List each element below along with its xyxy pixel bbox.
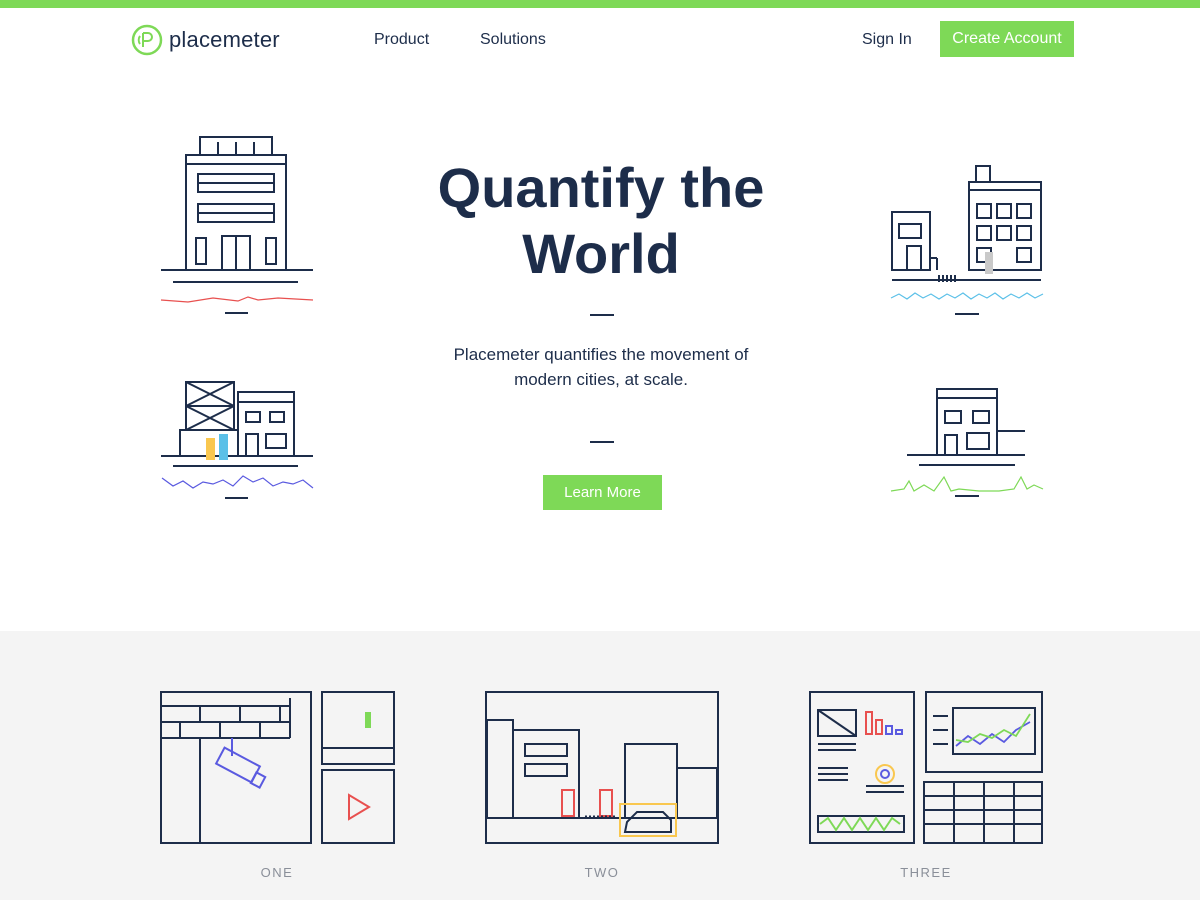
hero-title: Quantify the World bbox=[400, 155, 802, 287]
building-illustration-2 bbox=[889, 162, 1049, 322]
site-header: placemeter Product Solutions Sign In Cre… bbox=[0, 8, 1200, 68]
sign-in-link[interactable]: Sign In bbox=[862, 31, 912, 49]
hero-title-line-1: Quantify the bbox=[437, 156, 765, 219]
hero-divider bbox=[590, 314, 614, 316]
nav-product[interactable]: Product bbox=[374, 31, 429, 49]
step-three-illustration bbox=[808, 690, 1044, 846]
building-illustration-3 bbox=[158, 378, 318, 503]
building-icon bbox=[160, 136, 314, 314]
building-icon bbox=[890, 388, 1044, 497]
step-label-one: ONE bbox=[260, 865, 294, 880]
construction-icon bbox=[161, 381, 314, 499]
building-illustration-1 bbox=[158, 132, 318, 322]
dashboard-icon bbox=[809, 691, 1043, 844]
create-account-button[interactable]: Create Account bbox=[940, 21, 1074, 57]
step-label-three: THREE bbox=[900, 865, 952, 880]
step-label-two: TWO bbox=[584, 865, 620, 880]
learn-more-button[interactable]: Learn More bbox=[543, 475, 662, 510]
nav-solutions[interactable]: Solutions bbox=[480, 31, 546, 49]
top-accent-bar bbox=[0, 0, 1200, 8]
hero-divider-2 bbox=[590, 441, 614, 443]
camera-icon bbox=[160, 691, 395, 844]
hero-description: Placemeter quantifies the movement of mo… bbox=[453, 345, 749, 389]
step-two-illustration bbox=[485, 690, 721, 846]
logo-wordmark: placemeter bbox=[169, 27, 280, 52]
street-detection-icon bbox=[485, 691, 719, 844]
placemeter-logo-icon bbox=[131, 24, 163, 56]
building-icon bbox=[890, 165, 1044, 315]
hero-title-line-2: World bbox=[522, 222, 680, 285]
building-illustration-4 bbox=[889, 385, 1049, 505]
logo[interactable]: placemeter bbox=[131, 24, 280, 56]
step-one-illustration bbox=[160, 690, 396, 846]
